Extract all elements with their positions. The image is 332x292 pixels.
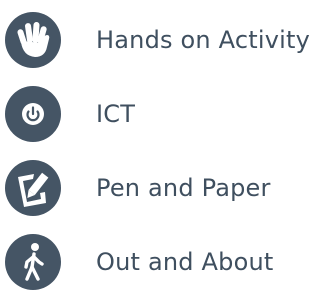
legend-item-out-and-about: Out and About [0,232,332,292]
legend-label: ICT [96,100,136,128]
hand-icon [5,12,61,68]
activity-legend: Hands on Activity ICT Pen and Paper Out … [0,0,332,290]
legend-label: Out and About [96,248,274,276]
legend-label: Pen and Paper [96,174,271,202]
power-icon [5,86,61,142]
legend-item-ict: ICT [0,84,332,144]
legend-label: Hands on Activity [96,26,311,54]
pencil-paper-icon [5,160,61,216]
legend-item-pen-and-paper: Pen and Paper [0,158,332,218]
legend-item-hands-on-activity: Hands on Activity [0,10,332,70]
